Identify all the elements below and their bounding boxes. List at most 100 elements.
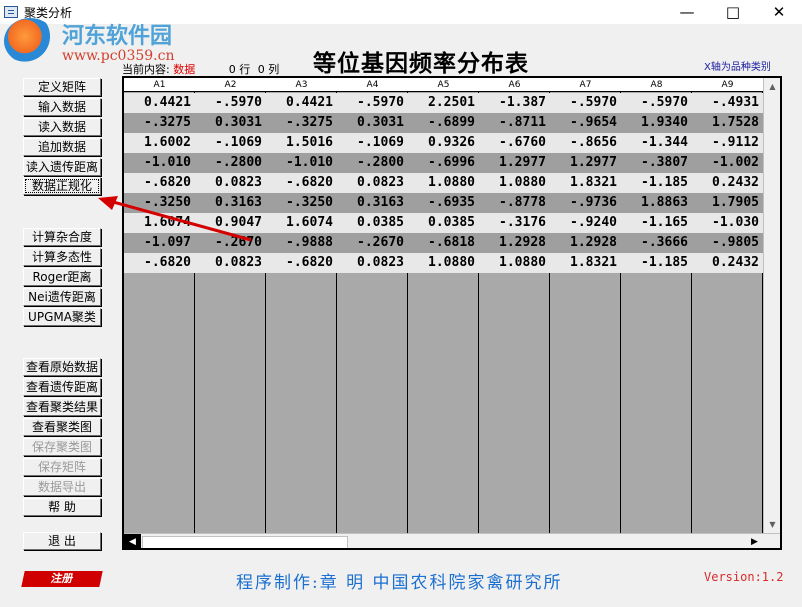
table-cell[interactable]: -.1069 [195,133,266,153]
help-button[interactable]: 帮 助 [23,498,101,516]
table-cell[interactable]: -.9805 [692,233,763,253]
table-cell[interactable]: -1.344 [621,133,692,153]
column-header[interactable]: A4 [337,78,408,92]
table-cell[interactable]: -.2800 [337,153,408,173]
table-cell[interactable]: -.6760 [479,133,550,153]
table-cell[interactable]: 1.0880 [479,173,550,193]
scroll-right-icon[interactable]: ▶ [746,534,763,548]
nei-distance-button[interactable]: Nei遗传距离 [23,288,101,306]
table-cell[interactable]: 0.2432 [692,173,763,193]
horizontal-scrollbar[interactable]: ◀ ▶ [124,533,780,548]
table-cell[interactable]: -.9654 [550,113,621,133]
table-cell[interactable]: 1.2977 [550,153,621,173]
table-cell[interactable]: -.6935 [408,193,479,213]
table-cell[interactable]: -.9112 [692,133,763,153]
table-cell[interactable]: -1.010 [266,153,337,173]
table-cell[interactable]: -.9888 [266,233,337,253]
table-cell[interactable]: -.5970 [621,93,692,113]
table-cell[interactable]: -.3275 [124,113,195,133]
column-header[interactable]: A7 [550,78,621,92]
view-cluster-chart-button[interactable]: 查看聚类图 [23,418,101,436]
register-logo[interactable]: 注册 [21,571,103,587]
append-data-button[interactable]: 追加数据 [23,138,101,156]
define-matrix-button[interactable]: 定义矩阵 [23,78,101,96]
table-cell[interactable]: -.6996 [408,153,479,173]
table-cell[interactable]: -.3176 [479,213,550,233]
table-cell[interactable]: -.6820 [266,173,337,193]
table-cell[interactable]: 0.2432 [692,253,763,273]
table-cell[interactable]: 1.9340 [621,113,692,133]
table-cell[interactable]: 1.8863 [621,193,692,213]
table-cell[interactable]: 1.7905 [692,193,763,213]
view-cluster-result-button[interactable]: 查看聚类结果 [23,398,101,416]
scroll-down-icon[interactable]: ▼ [764,516,780,533]
table-cell[interactable]: -1.387 [479,93,550,113]
table-cell[interactable]: -.8778 [479,193,550,213]
table-cell[interactable]: 1.5016 [266,133,337,153]
data-grid[interactable]: A9 -.4931 1.7528 -.9112 -1.002 0.2432 1.7905 -1… [122,76,782,550]
table-cell[interactable]: 0.3031 [337,113,408,133]
scroll-left-icon[interactable]: ◀ [124,534,141,548]
column-header[interactable]: A2 [195,78,266,92]
minimize-button[interactable]: — [664,0,710,24]
table-cell[interactable]: 1.0880 [479,253,550,273]
table-cell[interactable]: -1.185 [621,173,692,193]
table-cell[interactable]: -.6820 [266,253,337,273]
table-cell[interactable]: 1.0880 [408,173,479,193]
table-cell[interactable]: -.3807 [621,153,692,173]
maximize-button[interactable]: □ [710,0,756,24]
table-cell[interactable]: 0.0385 [337,213,408,233]
table-cell[interactable]: -.5970 [195,93,266,113]
view-genetic-distance-button[interactable]: 查看遗传距离 [23,378,101,396]
save-matrix-button[interactable]: 保存矩阵 [23,458,101,476]
table-cell[interactable]: 1.6074 [266,213,337,233]
exit-button[interactable]: 退 出 [23,532,101,550]
table-cell[interactable]: -.3275 [266,113,337,133]
table-cell[interactable]: 1.7528 [692,113,763,133]
table-cell[interactable]: 1.8321 [550,173,621,193]
table-cell[interactable]: -.3250 [266,193,337,213]
upgma-cluster-button[interactable]: UPGMA聚类 [23,308,101,326]
column-header[interactable]: A6 [479,78,550,92]
scroll-up-icon[interactable]: ▲ [764,78,780,95]
save-cluster-chart-button[interactable]: 保存聚类图 [23,438,101,456]
column-header[interactable]: A1 [124,78,195,92]
calc-polymorphism-button[interactable]: 计算多态性 [23,248,101,266]
table-cell[interactable]: -.6818 [408,233,479,253]
table-cell[interactable]: 0.9326 [408,133,479,153]
table-cell[interactable]: 0.0823 [337,173,408,193]
table-cell[interactable]: -.4931 [692,93,763,113]
scroll-thumb[interactable] [142,536,348,548]
export-data-button[interactable]: 数据导出 [23,478,101,496]
table-cell[interactable]: -.2670 [337,233,408,253]
table-cell[interactable]: 0.4421 [124,93,195,113]
table-cell[interactable]: 1.2928 [479,233,550,253]
table-cell[interactable]: -.5970 [550,93,621,113]
column-header[interactable]: A8 [621,78,692,92]
table-cell[interactable]: -.3666 [621,233,692,253]
input-data-button[interactable]: 输入数据 [23,98,101,116]
table-cell[interactable]: -.5970 [337,93,408,113]
table-cell[interactable]: -.2800 [195,153,266,173]
vertical-scrollbar[interactable]: ▲ ▼ [763,78,780,533]
close-button[interactable]: ✕ [756,0,802,24]
table-cell[interactable]: -1.030 [692,213,763,233]
column-header[interactable]: A3 [266,78,337,92]
roger-distance-button[interactable]: Roger距离 [23,268,101,286]
normalize-data-button[interactable]: 数据正规化 [23,177,101,195]
table-cell[interactable]: -1.165 [621,213,692,233]
table-cell[interactable]: -1.010 [124,153,195,173]
column-header[interactable]: A5 [408,78,479,92]
table-cell[interactable]: 0.3163 [337,193,408,213]
table-cell[interactable]: -.9736 [550,193,621,213]
table-cell[interactable]: -.6820 [124,253,195,273]
table-cell[interactable]: 0.4421 [266,93,337,113]
view-raw-data-button[interactable]: 查看原始数据 [23,358,101,376]
table-cell[interactable]: 0.3031 [195,113,266,133]
table-cell[interactable]: -1.185 [621,253,692,273]
table-cell[interactable]: -.8711 [479,113,550,133]
read-genetic-distance-button[interactable]: 读入遗传距离 [23,158,101,176]
table-cell[interactable]: 2.2501 [408,93,479,113]
table-cell[interactable]: 0.0823 [337,253,408,273]
read-data-button[interactable]: 读入数据 [23,118,101,136]
